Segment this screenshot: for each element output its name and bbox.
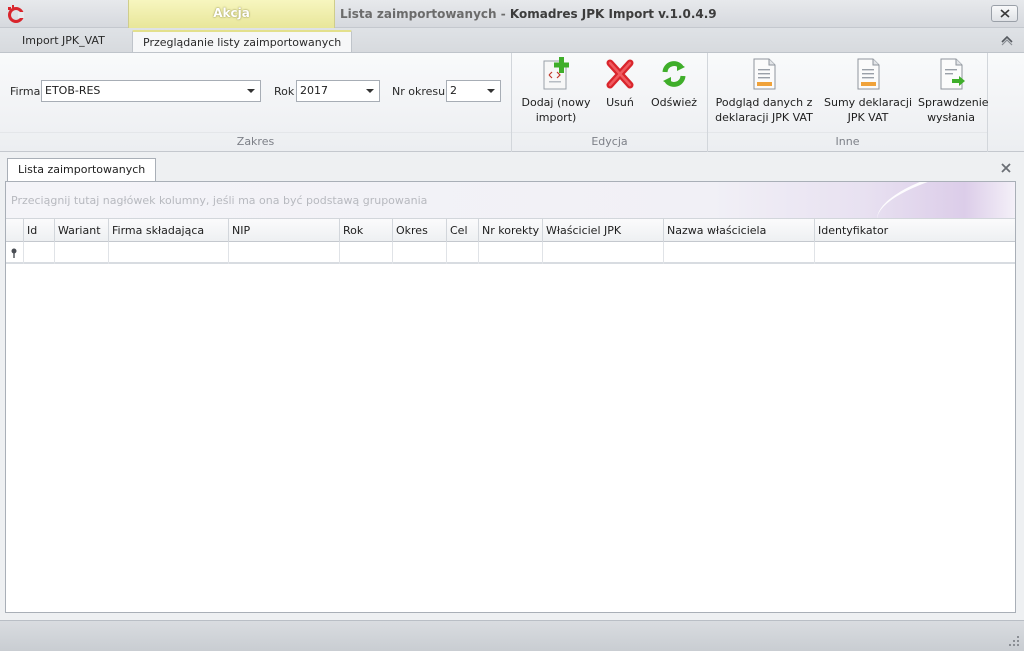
- close-document-icon[interactable]: [1000, 162, 1012, 174]
- row-indicator-header: [6, 219, 24, 242]
- preview-label-2: deklaracji JPK VAT: [715, 111, 813, 124]
- filter-cell-firma[interactable]: [109, 242, 229, 264]
- column-header-rok[interactable]: Rok: [340, 219, 393, 242]
- filter-cell-id[interactable]: [24, 242, 55, 264]
- document-send-icon: [940, 58, 965, 90]
- nr-okresu-select[interactable]: 2: [446, 80, 501, 102]
- preview-label-1: Podgląd danych z: [715, 96, 813, 109]
- filter-cell-wlasciciel[interactable]: [543, 242, 664, 264]
- decorative-swoosh: [870, 182, 1015, 218]
- preview-declaration-button[interactable]: Podgląd danych z deklaracji JPK VAT: [712, 57, 816, 133]
- window-title-view: Lista zaimportowanych -: [340, 7, 510, 21]
- collapse-ribbon-icon[interactable]: [1000, 34, 1014, 46]
- status-bar: [0, 620, 1024, 651]
- grid-header-row: Id Wariant Firma składająca NIP Rok Okre…: [6, 219, 1015, 242]
- column-header-okres[interactable]: Okres: [393, 219, 447, 242]
- ribbon-tab-strip: Import JPK_VAT Przeglądanie listy zaimpo…: [0, 28, 1024, 52]
- refresh-label: Odśwież: [651, 96, 697, 109]
- ribbon-panel: Firma ETOB-RES Rok 2017 Nr okresu 2 Zakr…: [0, 52, 1024, 152]
- column-header-cel[interactable]: Cel: [447, 219, 479, 242]
- delete-button[interactable]: Usuń: [598, 57, 642, 133]
- add-import-label-1: Dodaj (nowy: [521, 96, 591, 109]
- group-caption-edycja: Edycja: [512, 132, 707, 150]
- group-by-panel[interactable]: Przeciągnij tutaj nagłówek kolumny, jeśl…: [6, 182, 1015, 219]
- document-sum-icon: [857, 58, 880, 90]
- column-header-id[interactable]: Id: [24, 219, 55, 242]
- firma-label: Firma: [10, 85, 41, 98]
- filter-cell-identyfikator[interactable]: [815, 242, 1015, 264]
- document-icon: [753, 58, 776, 90]
- column-header-wlasciciel[interactable]: Właściciel JPK: [543, 219, 664, 242]
- group-zakres: Firma ETOB-RES Rok 2017 Nr okresu 2 Zakr…: [0, 53, 512, 152]
- column-header-firma[interactable]: Firma składająca: [109, 219, 229, 242]
- sums-label-1: Sumy deklaracji: [823, 96, 913, 109]
- filter-cell-rok[interactable]: [340, 242, 393, 264]
- chevron-down-icon: [247, 89, 255, 93]
- filter-cell-wariant[interactable]: [55, 242, 109, 264]
- column-header-wariant[interactable]: Wariant: [55, 219, 109, 242]
- column-header-nr-korekty[interactable]: Nr korekty: [479, 219, 543, 242]
- column-header-identyfikator[interactable]: Identyfikator: [815, 219, 1015, 242]
- check-sending-label-1: Sprawdzenie: [918, 96, 989, 109]
- group-by-hint: Przeciągnij tutaj nagłówek kolumny, jeśl…: [11, 194, 428, 207]
- add-import-button[interactable]: Dodaj (nowy import): [518, 57, 594, 133]
- delete-x-icon: [606, 59, 634, 89]
- filter-row-indicator: [6, 242, 24, 264]
- column-header-nip[interactable]: NIP: [229, 219, 340, 242]
- check-sending-button[interactable]: Sprawdzenie wysłania: [918, 57, 989, 133]
- column-header-nazwa-wlasciciela[interactable]: Nazwa właściciela: [664, 219, 815, 242]
- tab-import-jpk-vat[interactable]: Import JPK_VAT: [12, 30, 115, 52]
- firma-select[interactable]: ETOB-RES: [41, 80, 261, 102]
- resize-grip-icon[interactable]: [1008, 635, 1020, 647]
- window-title: Lista zaimportowanych - Komadres JPK Imp…: [340, 0, 717, 28]
- filter-cell-okres[interactable]: [393, 242, 447, 264]
- check-sending-label-2: wysłania: [927, 111, 975, 124]
- filter-cell-cel[interactable]: [447, 242, 479, 264]
- refresh-icon: [662, 61, 686, 87]
- context-tab-akcja: Akcja: [128, 0, 335, 28]
- document-area: Lista zaimportowanych Przeciągnij tutaj …: [0, 153, 1024, 620]
- group-edycja: Dodaj (nowy import) Usuń Odśwież Edycja: [512, 53, 708, 152]
- group-caption-zakres: Zakres: [0, 132, 511, 150]
- filter-pin-icon: [11, 248, 17, 258]
- filter-cell-nip[interactable]: [229, 242, 340, 264]
- filter-cell-nr-korekty[interactable]: [479, 242, 543, 264]
- app-logo-icon[interactable]: [6, 5, 24, 23]
- filter-cell-nazwa-wlasciciela[interactable]: [664, 242, 815, 264]
- rok-select[interactable]: 2017: [296, 80, 380, 102]
- nr-okresu-value: 2: [450, 84, 457, 97]
- declaration-sums-button[interactable]: Sumy deklaracji JPK VAT: [822, 57, 914, 133]
- firma-value: ETOB-RES: [45, 84, 101, 97]
- title-bar: Akcja Lista zaimportowanych - Komadres J…: [0, 0, 1024, 28]
- delete-label: Usuń: [606, 96, 634, 109]
- add-import-label-2: import): [535, 111, 577, 124]
- document-tab-imported-list[interactable]: Lista zaimportowanych: [7, 158, 157, 182]
- add-document-icon: [543, 57, 569, 90]
- refresh-button[interactable]: Odśwież: [646, 57, 702, 133]
- chevron-down-icon: [487, 89, 495, 93]
- auto-filter-row: [6, 242, 1015, 264]
- close-window-button[interactable]: [991, 5, 1018, 22]
- group-caption-inne: Inne: [708, 132, 987, 150]
- group-inne: Podgląd danych z deklaracji JPK VAT Sumy…: [708, 53, 989, 152]
- imported-list-grid: Przeciągnij tutaj nagłówek kolumny, jeśl…: [5, 181, 1016, 613]
- window-title-app: Komadres JPK Import v.1.0.4.9: [509, 7, 717, 21]
- chevron-down-icon: [366, 89, 374, 93]
- close-icon: [999, 9, 1010, 18]
- rok-label: Rok: [274, 85, 295, 98]
- tab-browse-imported[interactable]: Przeglądanie listy zaimportowanych: [132, 30, 353, 52]
- sums-label-2: JPK VAT: [847, 111, 889, 124]
- nr-okresu-label: Nr okresu: [392, 85, 446, 98]
- rok-value: 2017: [300, 84, 328, 97]
